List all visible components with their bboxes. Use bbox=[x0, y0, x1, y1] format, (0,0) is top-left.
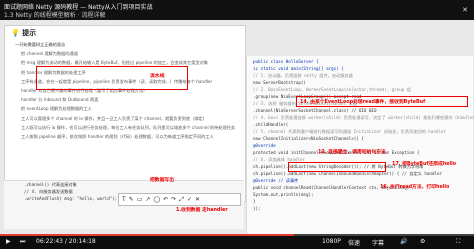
annotation-lower-2: 1.收到数据 走handler bbox=[176, 208, 228, 213]
pen-tool-icon[interactable]: ✎ bbox=[129, 194, 134, 205]
code-line: // 4. boss 负责处理连接 worker(child) 负责处理读写，决… bbox=[253, 115, 474, 120]
play-icon[interactable]: ▶ bbox=[6, 238, 11, 245]
code-editor[interactable]: public class HelloServer { ic static voi… bbox=[246, 56, 474, 234]
tip-line: 工人可以管理多个 channel 的 io 操作，并且一旦工人负责了某个 cha… bbox=[21, 115, 207, 121]
code-line: public class HelloServer { bbox=[253, 59, 319, 64]
quality-button[interactable]: 1080P bbox=[322, 238, 341, 245]
tip-line: 把 eventLoop 理解为处理数据的工人 bbox=[21, 106, 92, 112]
code-line: ic static void main(String[] args) { bbox=[253, 66, 344, 71]
drawing-toolbar: T ✎ ▭ ↗ ◯ ↶ ↷ ⤢ ✓ ✕ bbox=[118, 193, 241, 206]
highlight-box bbox=[36, 66, 188, 90]
confirm-icon[interactable]: ✓ bbox=[187, 194, 192, 205]
code-line: new ServerBootstrap() bbox=[253, 80, 306, 85]
fullscreen-icon[interactable]: ⛶ bbox=[456, 238, 460, 246]
settings-icon[interactable]: ⚙ bbox=[420, 238, 425, 245]
annotation-16: 16. 执行read方法，打印hello bbox=[380, 185, 450, 190]
code-line: // 5. channel 代表和客户端进行数据读写的通道 Initialize… bbox=[253, 129, 446, 134]
arrow-tool-icon[interactable]: ↗ bbox=[145, 194, 150, 205]
lightbulb-icon: 💡 bbox=[11, 29, 20, 37]
code-line: .channel() 代表连接对象 bbox=[24, 182, 77, 187]
code-line: // 2. BossEventLoop, WorkerEventLoop(sel… bbox=[253, 87, 411, 92]
text-tool-icon[interactable]: T bbox=[122, 194, 126, 205]
highlight-box bbox=[296, 96, 468, 107]
undo-icon[interactable]: ↶ bbox=[163, 194, 168, 205]
tip-line: handler 分 Inbound 和 Outbound 两类 bbox=[21, 97, 99, 103]
redo-icon[interactable]: ↷ bbox=[171, 194, 176, 205]
progress-fill bbox=[0, 234, 294, 236]
annotation-lower: 把数据写出 bbox=[150, 178, 174, 183]
progress-bar[interactable] bbox=[0, 234, 474, 236]
code-line: .channel(NioServerSocketChannel.class) /… bbox=[253, 108, 377, 113]
subtitle-button[interactable]: 字幕 bbox=[372, 238, 384, 247]
code-line: // 1. 启动器，负责组装 netty 组件，启动服务器 bbox=[253, 73, 353, 78]
volume-icon[interactable]: 🔊 bbox=[400, 238, 407, 245]
tip-list: 一开始需要树立正确的观念 把 channel 理解为数据的通道 把 msg 理解… bbox=[15, 40, 241, 141]
tip-line: 工人既可以执行 io 操作，也可以进行任务处理，每位工人有任务队列，队列里可以堆… bbox=[21, 124, 236, 130]
highlight-box bbox=[288, 162, 386, 172]
code-line: }); bbox=[253, 206, 261, 211]
rectangle-tool-icon[interactable]: ▭ bbox=[137, 194, 143, 205]
player-controls: ▶ ⏭ 06:22:43 / 20:14:18 1080P 倍速 字幕 🔊 ⚙ … bbox=[0, 234, 474, 249]
circle-tool-icon[interactable]: ◯ bbox=[153, 194, 160, 205]
code-line: new ChannelInitializer<NioSocketChannel>… bbox=[253, 136, 364, 141]
time-display: 06:22:43 / 20:14:18 bbox=[36, 238, 96, 245]
tip-line: 一开始需要树立正确的观念 bbox=[15, 42, 66, 47]
title-bar: 面试题网络 Netty 源码教程 — Netty从入门到项目实战 1.3 Net… bbox=[0, 0, 474, 20]
tip-line: 工人按照 pipeline 顺序，依次按照 handler 的规划（代码）处理数… bbox=[21, 134, 214, 140]
tip-line: 把 channel 理解为数据的通道 bbox=[21, 51, 78, 57]
close-icon[interactable]: ✕ bbox=[462, 6, 468, 14]
next-icon[interactable]: ⏭ bbox=[20, 238, 25, 246]
speed-button[interactable]: 倍速 bbox=[348, 238, 360, 247]
code-line: System.out.println(msg); bbox=[253, 192, 314, 197]
code-line: } bbox=[253, 199, 256, 204]
annotation-flow: 流水线 bbox=[150, 74, 165, 79]
expand-icon[interactable]: ⤢ bbox=[179, 194, 184, 205]
annotation-17: 17. 把ByteBuf还原成hello bbox=[392, 162, 457, 167]
cancel-icon[interactable]: ✕ bbox=[195, 194, 200, 205]
annotation-12: 12. 连接建立，调用初始化方法 bbox=[318, 150, 386, 155]
tip-panel: 💡 提示 一开始需要树立正确的观念 把 channel 理解为数据的通道 把 m… bbox=[4, 25, 246, 202]
video-subtitle: 1.3 Netty 的线程模型解析 · 流程详解 bbox=[4, 12, 106, 19]
code-line: .childHandler( bbox=[253, 122, 289, 127]
tip-title: 提示 bbox=[22, 29, 37, 37]
tip-header: 💡 提示 bbox=[11, 28, 36, 38]
